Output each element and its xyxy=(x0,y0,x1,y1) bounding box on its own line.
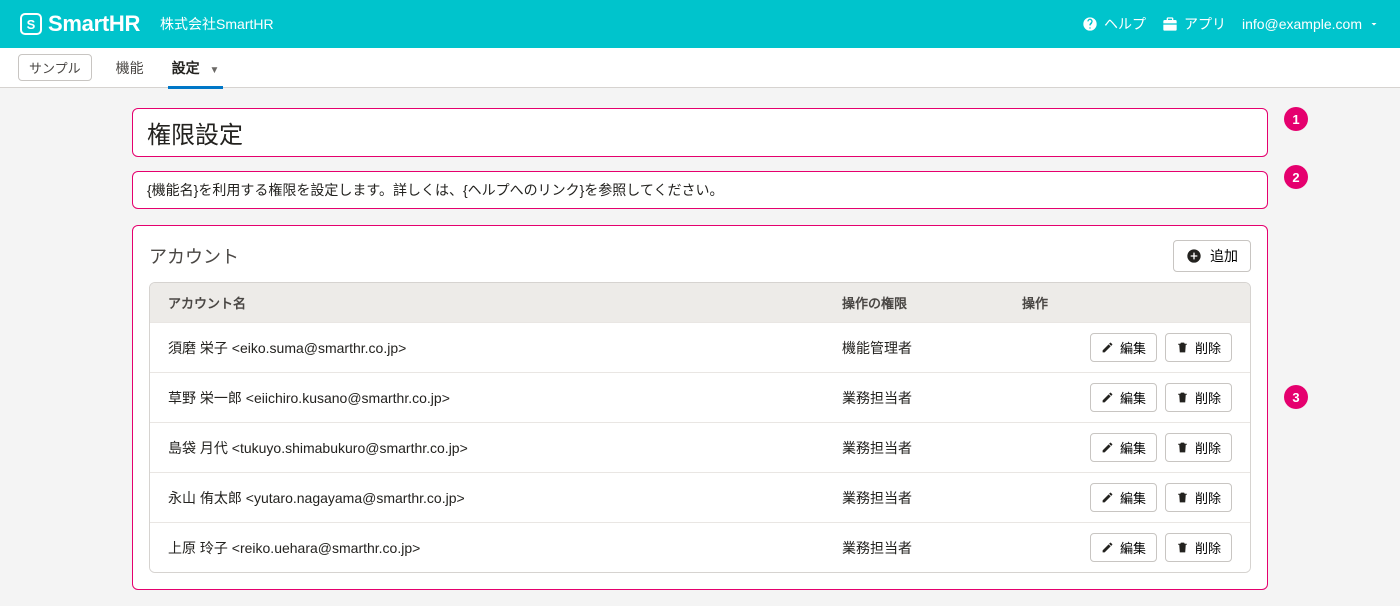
plus-circle-icon xyxy=(1186,248,1202,264)
help-icon xyxy=(1082,16,1098,32)
edit-button[interactable]: 編集 xyxy=(1090,533,1157,562)
cell-actions: 編集 削除 xyxy=(1022,433,1232,462)
cell-actions: 編集 削除 xyxy=(1022,383,1232,412)
account-menu[interactable]: info@example.com xyxy=(1242,16,1380,32)
toolbox-icon xyxy=(1162,16,1178,32)
delete-label: 削除 xyxy=(1195,488,1221,507)
add-button-label: 追加 xyxy=(1210,246,1238,266)
edit-label: 編集 xyxy=(1120,438,1146,457)
tab-settings[interactable]: 設定 ▼ xyxy=(168,48,224,88)
sub-nav: サンプル 機能 設定 ▼ xyxy=(0,48,1400,88)
panel-title: アカウント xyxy=(149,243,239,269)
apps-label: アプリ xyxy=(1184,14,1226,34)
delete-button[interactable]: 削除 xyxy=(1165,333,1232,362)
trash-icon xyxy=(1176,491,1189,504)
table-row: 須磨 栄子 <eiko.suma@smarthr.co.jp> 機能管理者 編集… xyxy=(150,322,1250,372)
trash-icon xyxy=(1176,541,1189,554)
edit-button[interactable]: 編集 xyxy=(1090,483,1157,512)
tab-feature[interactable]: 機能 xyxy=(112,48,148,88)
table-row: 島袋 月代 <tukuyo.shimabukuro@smarthr.co.jp>… xyxy=(150,422,1250,472)
edit-label: 編集 xyxy=(1120,538,1146,557)
page-description: {機能名}を利用する権限を設定します。詳しくは、{ヘルプへのリンク}を参照してく… xyxy=(147,182,723,198)
table-row: 草野 栄一郎 <eiichiro.kusano@smarthr.co.jp> 業… xyxy=(150,372,1250,422)
table-row: 永山 侑太郎 <yutaro.nagayama@smarthr.co.jp> 業… xyxy=(150,472,1250,522)
col-account-name: アカウント名 xyxy=(168,293,842,312)
delete-label: 削除 xyxy=(1195,388,1221,407)
company-name: 株式会社SmartHR xyxy=(160,14,274,34)
brand-logo[interactable]: S SmartHR xyxy=(20,11,140,37)
trash-icon xyxy=(1176,391,1189,404)
cell-actions: 編集 削除 xyxy=(1022,333,1232,362)
col-actions: 操作 xyxy=(1022,293,1232,312)
chevron-down-icon: ▼ xyxy=(210,65,220,76)
cell-account-name: 上原 玲子 <reiko.uehara@smarthr.co.jp> xyxy=(168,538,842,558)
annotation-badge-1: 1 xyxy=(1284,107,1308,131)
cell-actions: 編集 削除 xyxy=(1022,533,1232,562)
cell-account-name: 須磨 栄子 <eiko.suma@smarthr.co.jp> xyxy=(168,338,842,358)
page-title-region: 権限設定 xyxy=(132,108,1268,157)
trash-icon xyxy=(1176,341,1189,354)
cell-account-name: 永山 侑太郎 <yutaro.nagayama@smarthr.co.jp> xyxy=(168,488,842,508)
edit-label: 編集 xyxy=(1120,338,1146,357)
cell-account-name: 島袋 月代 <tukuyo.shimabukuro@smarthr.co.jp> xyxy=(168,438,842,458)
accounts-panel: アカウント 追加 アカウント名 操作の権限 操作 須磨 栄子 <eiko.sum… xyxy=(132,225,1268,590)
page-description-region: {機能名}を利用する権限を設定します。詳しくは、{ヘルプへのリンク}を参照してく… xyxy=(132,171,1268,209)
delete-label: 削除 xyxy=(1195,538,1221,557)
col-permission: 操作の権限 xyxy=(842,293,1022,312)
sample-chip[interactable]: サンプル xyxy=(18,54,92,81)
delete-label: 削除 xyxy=(1195,438,1221,457)
table-header: アカウント名 操作の権限 操作 xyxy=(150,283,1250,322)
edit-label: 編集 xyxy=(1120,488,1146,507)
cell-permission: 業務担当者 xyxy=(842,538,1022,558)
pencil-icon xyxy=(1101,541,1114,554)
cell-actions: 編集 削除 xyxy=(1022,483,1232,512)
logo-text: SmartHR xyxy=(48,11,140,37)
edit-button[interactable]: 編集 xyxy=(1090,383,1157,412)
cell-permission: 業務担当者 xyxy=(842,388,1022,408)
logo-icon: S xyxy=(20,13,42,35)
edit-label: 編集 xyxy=(1120,388,1146,407)
annotation-badge-2: 2 xyxy=(1284,165,1308,189)
cell-account-name: 草野 栄一郎 <eiichiro.kusano@smarthr.co.jp> xyxy=(168,388,842,408)
pencil-icon xyxy=(1101,441,1114,454)
delete-label: 削除 xyxy=(1195,338,1221,357)
account-email: info@example.com xyxy=(1242,16,1362,32)
tab-settings-label: 設定 xyxy=(172,60,200,76)
delete-button[interactable]: 削除 xyxy=(1165,533,1232,562)
accounts-table: アカウント名 操作の権限 操作 須磨 栄子 <eiko.suma@smarthr… xyxy=(149,282,1251,573)
page-title: 権限設定 xyxy=(133,109,1267,156)
delete-button[interactable]: 削除 xyxy=(1165,483,1232,512)
add-account-button[interactable]: 追加 xyxy=(1173,240,1251,272)
pencil-icon xyxy=(1101,341,1114,354)
help-link[interactable]: ヘルプ xyxy=(1082,14,1146,34)
apps-link[interactable]: アプリ xyxy=(1162,14,1226,34)
cell-permission: 業務担当者 xyxy=(842,488,1022,508)
edit-button[interactable]: 編集 xyxy=(1090,333,1157,362)
cell-permission: 機能管理者 xyxy=(842,338,1022,358)
table-row: 上原 玲子 <reiko.uehara@smarthr.co.jp> 業務担当者… xyxy=(150,522,1250,572)
trash-icon xyxy=(1176,441,1189,454)
delete-button[interactable]: 削除 xyxy=(1165,383,1232,412)
global-header: S SmartHR 株式会社SmartHR ヘルプ アプリ info@examp… xyxy=(0,0,1400,48)
pencil-icon xyxy=(1101,491,1114,504)
annotation-badge-3: 3 xyxy=(1284,385,1308,409)
delete-button[interactable]: 削除 xyxy=(1165,433,1232,462)
pencil-icon xyxy=(1101,391,1114,404)
cell-permission: 業務担当者 xyxy=(842,438,1022,458)
edit-button[interactable]: 編集 xyxy=(1090,433,1157,462)
chevron-down-icon xyxy=(1368,18,1380,30)
help-label: ヘルプ xyxy=(1104,14,1146,34)
